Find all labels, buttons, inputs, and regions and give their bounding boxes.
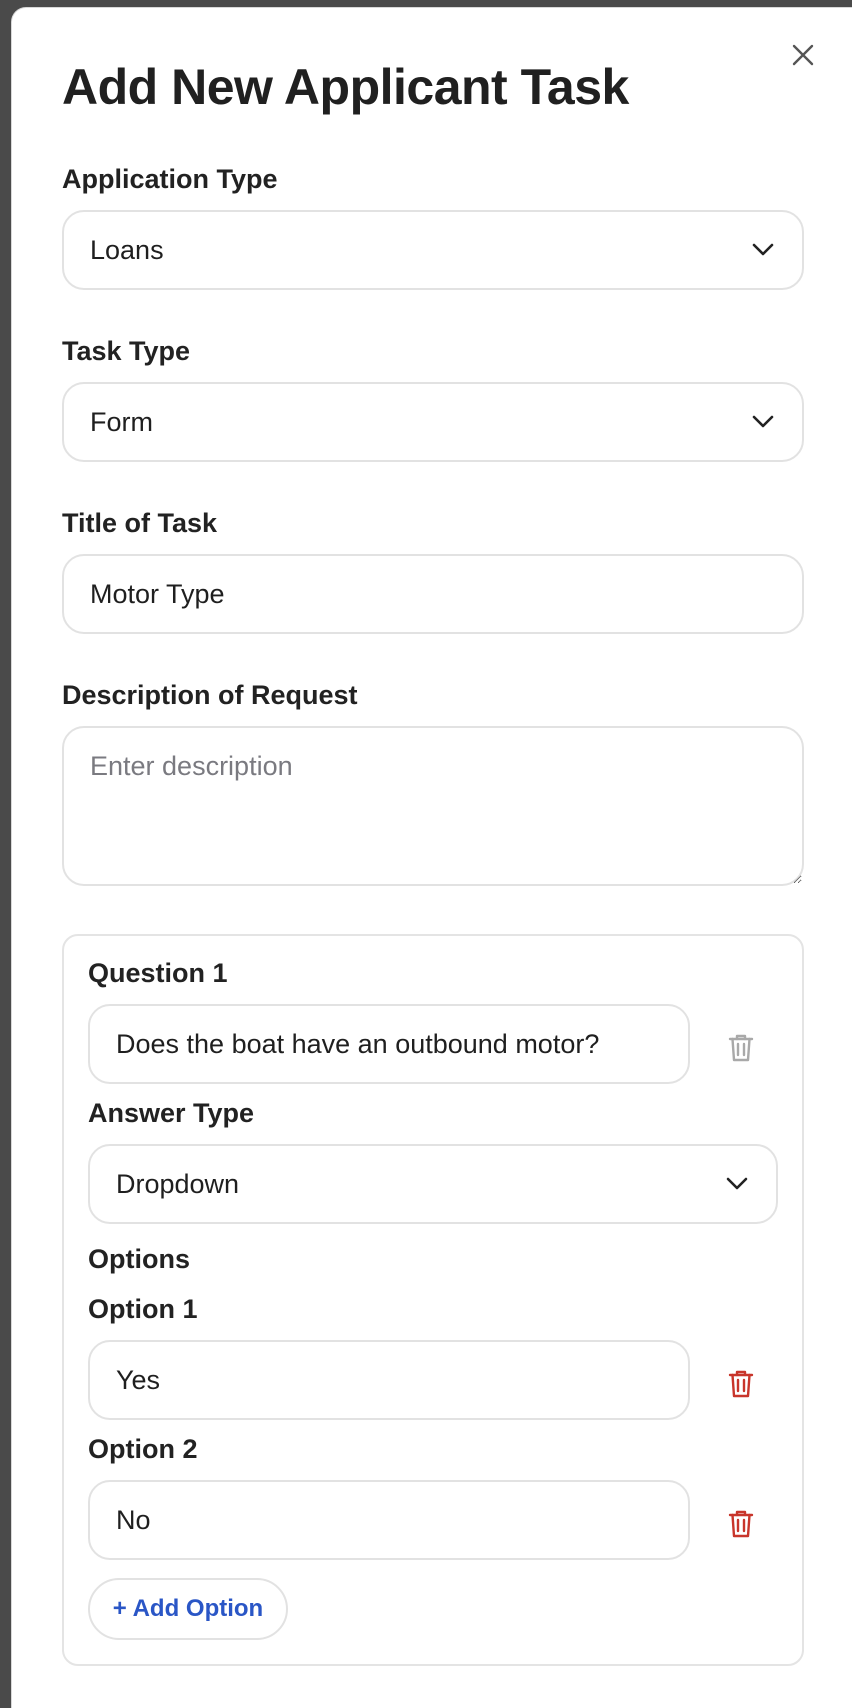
task-type-value: Form [90,406,153,437]
add-option-button[interactable]: + Add Option [88,1578,288,1640]
chevron-down-icon [726,1177,748,1191]
task-type-select[interactable]: Form [62,382,804,462]
delete-question-button[interactable] [726,1032,756,1064]
trash-icon [728,1034,754,1062]
application-type-label: Application Type [62,164,278,194]
trash-icon [728,1370,754,1398]
close-button[interactable] [788,40,818,70]
chevron-down-icon [752,243,774,257]
answer-type-label: Answer Type [88,1098,255,1128]
description-textarea[interactable] [62,726,804,886]
option-1-input[interactable] [116,1364,662,1396]
delete-option-2-button[interactable] [726,1508,756,1540]
answer-type-select[interactable]: Dropdown [88,1144,778,1224]
options-label: Options [88,1244,190,1274]
application-type-select[interactable]: Loans [62,210,804,290]
description-label: Description of Request [62,680,358,710]
modal-title: Add New Applicant Task [62,59,629,115]
task-title-input[interactable] [90,578,776,610]
close-icon [792,44,814,66]
application-type-value: Loans [90,234,164,265]
chevron-down-icon [752,415,774,429]
option-2-field[interactable] [88,1480,690,1560]
option-2-input[interactable] [116,1504,662,1536]
task-type-label: Task Type [62,336,191,366]
question-label: Question 1 [88,958,228,988]
task-title-field[interactable] [62,554,804,634]
question-input[interactable] [116,1028,662,1060]
option-1-field[interactable] [88,1340,690,1420]
option-1-label: Option 1 [88,1294,198,1324]
answer-type-value: Dropdown [116,1168,240,1199]
delete-option-1-button[interactable] [726,1368,756,1400]
option-2-label: Option 2 [88,1434,198,1464]
question-field[interactable] [88,1004,690,1084]
trash-icon [728,1510,754,1538]
task-title-label: Title of Task [62,508,218,538]
